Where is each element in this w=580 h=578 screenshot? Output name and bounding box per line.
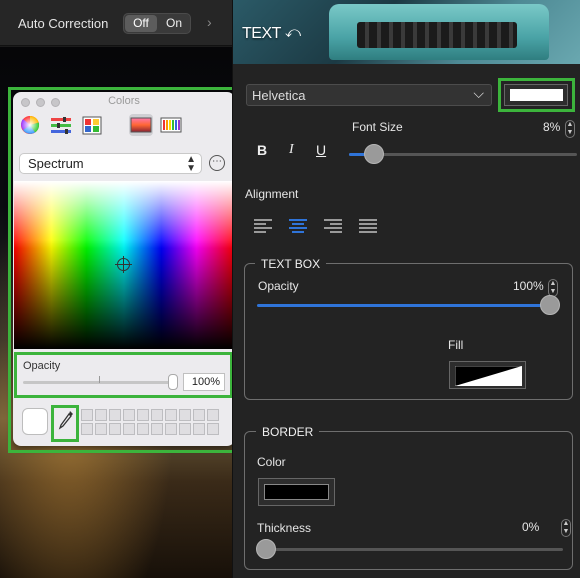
left-area: Auto Correction Off On › Colors Spectrum…: [0, 0, 232, 578]
align-right-icon[interactable]: [324, 219, 342, 233]
swatch-slot[interactable]: [179, 423, 191, 435]
undo-icon[interactable]: ⤺: [285, 24, 301, 41]
font-family-value: Helvetica: [252, 88, 306, 103]
border-color-label: Color: [257, 455, 286, 469]
font-size-slider-thumb[interactable]: [364, 144, 384, 164]
swatch-slot[interactable]: [137, 423, 149, 435]
font-size-value: 8%: [543, 120, 561, 134]
swatch-slot[interactable]: [165, 423, 177, 435]
more-options-button[interactable]: ⋯: [209, 155, 225, 171]
swatch-slot[interactable]: [81, 423, 93, 435]
opacity-slider-tick: [99, 376, 100, 383]
thickness-stepper[interactable]: ▲ ▼: [561, 519, 571, 537]
align-justify-icon[interactable]: [359, 219, 377, 233]
current-color-swatch[interactable]: [22, 408, 48, 435]
swatch-slot[interactable]: [95, 409, 107, 421]
align-center-icon[interactable]: [289, 219, 307, 233]
chevron-down-icon: ⌵: [473, 85, 484, 101]
italic-button[interactable]: I: [289, 142, 294, 158]
auto-correction-label: Auto Correction: [18, 16, 109, 31]
auto-correction-toggle[interactable]: Off On: [123, 13, 191, 34]
typewriter-image: [329, 4, 549, 60]
swatch-slot[interactable]: [109, 423, 121, 435]
toggle-on-option[interactable]: On: [158, 15, 190, 32]
swatch-slot[interactable]: [207, 409, 219, 421]
toggle-off-option[interactable]: Off: [125, 15, 157, 32]
font-size-stepper[interactable]: ▲ ▼: [565, 120, 575, 138]
font-color-well[interactable]: [504, 84, 568, 106]
thickness-label: Thickness: [257, 521, 312, 535]
color-wheel-icon[interactable]: [19, 114, 43, 136]
pencils-icon[interactable]: [159, 114, 183, 136]
swatch-slot[interactable]: [165, 409, 177, 421]
align-left-icon[interactable]: [254, 219, 272, 233]
bold-button[interactable]: B: [257, 142, 267, 158]
text-box-opacity-fill[interactable]: [257, 304, 550, 307]
thickness-slider-thumb[interactable]: [256, 539, 276, 559]
auto-correction-bar: Auto Correction Off On ›: [0, 0, 232, 46]
border-color-well[interactable]: [258, 478, 335, 506]
underline-button[interactable]: U: [316, 142, 326, 158]
text-box-title: TEXT BOX: [255, 257, 327, 271]
text-header-banner: TEXT ⤺: [233, 0, 580, 64]
colors-panel: Colors Spectrum ▲ ▼ ⋯ Opacity 100%: [13, 92, 232, 446]
font-size-label: Font Size: [352, 120, 403, 134]
palette-select-value: Spectrum: [28, 156, 84, 171]
fill-color-well[interactable]: [449, 361, 526, 389]
text-box-opacity-label: Opacity: [258, 279, 299, 293]
chevron-right-icon[interactable]: ›: [207, 14, 212, 30]
swatch-slot[interactable]: [81, 409, 93, 421]
swatch-slot[interactable]: [193, 423, 205, 435]
swatch-slot[interactable]: [95, 423, 107, 435]
swatch-slot[interactable]: [137, 409, 149, 421]
border-color-swatch: [264, 484, 329, 500]
thickness-slider-track[interactable]: [257, 548, 563, 551]
eyedropper-icon[interactable]: [57, 410, 75, 432]
text-box-opacity-thumb[interactable]: [540, 295, 560, 315]
panel-title: TEXT: [242, 25, 281, 42]
crosshair-icon[interactable]: [115, 256, 132, 273]
font-family-select[interactable]: Helvetica ⌵: [246, 84, 492, 106]
swatch-slot[interactable]: [207, 423, 219, 435]
swatch-slot[interactable]: [123, 409, 135, 421]
opacity-slider-thumb[interactable]: [168, 374, 178, 390]
text-box-opacity-value: 100%: [513, 279, 544, 293]
image-palettes-icon[interactable]: [129, 114, 153, 136]
text-inspector-panel: TEXT ⤺ Helvetica ⌵ Font Size 8% ▲ ▼ B I U…: [232, 0, 580, 578]
thickness-value: 0%: [522, 520, 540, 534]
swatch-slot[interactable]: [109, 409, 121, 421]
font-color-swatch: [510, 89, 563, 101]
no-fill-swatch-icon: [455, 366, 522, 386]
palette-select[interactable]: Spectrum ▲ ▼: [19, 153, 202, 174]
swatch-slot[interactable]: [193, 409, 205, 421]
swatch-slot[interactable]: [179, 409, 191, 421]
fill-label: Fill: [448, 338, 464, 352]
alignment-label: Alignment: [245, 187, 299, 201]
swatch-slot[interactable]: [151, 423, 163, 435]
swatch-slot[interactable]: [151, 409, 163, 421]
opacity-label: Opacity: [23, 360, 61, 372]
sliders-icon[interactable]: [49, 114, 73, 136]
updown-arrows-icon: ▲ ▼: [186, 154, 196, 174]
swatch-slot[interactable]: [123, 423, 135, 435]
opacity-value-field[interactable]: 100%: [183, 373, 225, 391]
border-title: BORDER: [256, 425, 320, 439]
palettes-icon[interactable]: [81, 114, 105, 136]
colors-panel-title: Colors: [108, 95, 140, 107]
